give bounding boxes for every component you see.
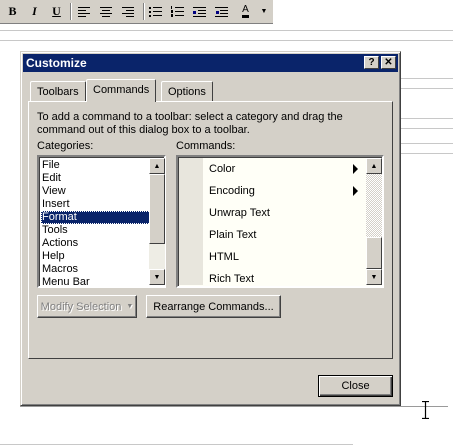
tab-label: Commands — [93, 84, 150, 96]
toolbar-options-button[interactable]: ▼ — [258, 2, 270, 21]
tab-commands[interactable]: Commands — [86, 79, 157, 102]
commands-list[interactable]: Color Encoding Unwrap Text Plain Text HTML Ri… — [176, 155, 384, 288]
scroll-thumb[interactable] — [149, 174, 165, 244]
category-item[interactable]: Macros — [41, 263, 151, 276]
command-item[interactable]: Unwrap Text — [209, 204, 270, 222]
customize-dialog: Customize ? ✕ Toolbars Commands Options … — [20, 51, 401, 406]
icon-column — [179, 158, 203, 285]
document-line — [401, 78, 453, 79]
toolbar-separator — [143, 3, 145, 20]
rearrange-commands-button[interactable]: Rearrange Commands... — [146, 295, 281, 318]
close-x-button[interactable]: ✕ — [381, 56, 396, 69]
category-item[interactable]: Actions — [41, 237, 151, 250]
commands-scrollbar[interactable]: ▲ ▼ — [366, 158, 382, 285]
command-item[interactable]: Plain Text — [209, 226, 257, 244]
scroll-thumb[interactable] — [366, 237, 382, 269]
category-item[interactable]: Tools — [41, 224, 151, 237]
font-color-icon: A — [242, 5, 249, 18]
numbered-list-icon — [169, 4, 186, 19]
dropdown-arrow-icon: ▼ — [126, 303, 134, 310]
document-line — [0, 444, 353, 445]
align-left-button[interactable] — [76, 2, 97, 21]
numbering-button[interactable] — [169, 2, 190, 21]
align-center-icon — [98, 4, 115, 19]
toolbar-separator — [70, 3, 72, 20]
scroll-up-button[interactable]: ▲ — [366, 158, 382, 174]
bold-button[interactable]: B — [2, 2, 23, 21]
document-line — [401, 143, 453, 144]
command-item[interactable]: Rich Text — [209, 270, 254, 288]
align-right-button[interactable] — [120, 2, 141, 21]
bullets-button[interactable] — [147, 2, 168, 21]
dialog-title: Customize — [26, 56, 87, 70]
command-item[interactable]: HTML — [209, 248, 239, 266]
triangle-up-icon: ▲ — [153, 162, 161, 170]
align-right-icon — [120, 4, 137, 19]
document-line — [401, 88, 453, 89]
document-line — [401, 128, 453, 129]
category-item[interactable]: Format — [41, 211, 151, 224]
ibeam-cursor-icon — [422, 401, 429, 419]
submenu-arrow-icon — [353, 186, 358, 196]
help-button[interactable]: ? — [364, 56, 379, 69]
scroll-down-button[interactable]: ▼ — [149, 269, 165, 285]
tab-label: Options — [168, 86, 206, 98]
categories-label: Categories: — [37, 140, 94, 152]
dialog-titlebar[interactable]: Customize ? ✕ — [23, 54, 398, 72]
triangle-down-icon: ▼ — [153, 273, 161, 281]
chevron-down-icon: ▼ — [260, 8, 268, 15]
category-item[interactable]: Menu Bar — [41, 276, 151, 289]
category-item[interactable]: File — [41, 159, 151, 172]
increase-indent-icon — [213, 4, 230, 19]
triangle-down-icon: ▼ — [370, 273, 378, 281]
formatting-toolbar: B I U A ▼ — [0, 0, 273, 24]
document-line — [0, 40, 453, 41]
command-item[interactable]: Color — [209, 160, 235, 178]
category-item[interactable]: View — [41, 185, 151, 198]
commands-label: Commands: — [176, 140, 236, 152]
category-item[interactable]: Insert — [41, 198, 151, 211]
button-label: Close — [341, 380, 370, 392]
document-line — [401, 118, 453, 119]
button-label: Rearrange Commands... — [153, 300, 274, 313]
tab-toolbars[interactable]: Toolbars — [30, 81, 86, 101]
align-left-icon — [76, 4, 93, 19]
decrease-indent-icon — [191, 4, 208, 19]
decrease-indent-button[interactable] — [191, 2, 212, 21]
categories-list[interactable]: File Edit View Insert Format Tools Actions Help… — [37, 155, 166, 288]
instructions-text: To add a command to a toolbar: select a … — [37, 111, 343, 136]
question-icon: ? — [368, 56, 375, 68]
modify-selection-button[interactable]: Modify Selection ▼ — [37, 295, 137, 318]
align-center-button[interactable] — [98, 2, 119, 21]
scroll-up-button[interactable]: ▲ — [149, 158, 165, 174]
close-button[interactable]: Close — [318, 375, 393, 397]
tab-options[interactable]: Options — [161, 81, 213, 101]
font-color-button[interactable]: A — [235, 2, 256, 21]
document-line — [0, 30, 453, 31]
triangle-up-icon: ▲ — [370, 162, 378, 170]
increase-indent-button[interactable] — [213, 2, 234, 21]
button-label: Modify Selection — [40, 300, 122, 313]
command-item[interactable]: Encoding — [209, 182, 255, 200]
close-icon: ✕ — [384, 56, 393, 68]
underline-button[interactable]: U — [46, 2, 67, 21]
submenu-arrow-icon — [353, 164, 358, 174]
category-item[interactable]: Edit — [41, 172, 151, 185]
categories-scrollbar[interactable]: ▲ ▼ — [149, 158, 165, 285]
tab-label: Toolbars — [37, 86, 79, 98]
page-edge — [20, 406, 448, 407]
italic-button[interactable]: I — [24, 2, 45, 21]
document-line — [401, 153, 453, 154]
category-item[interactable]: Help — [41, 250, 151, 263]
scroll-down-button[interactable]: ▼ — [366, 269, 382, 285]
bullet-list-icon — [147, 4, 164, 19]
